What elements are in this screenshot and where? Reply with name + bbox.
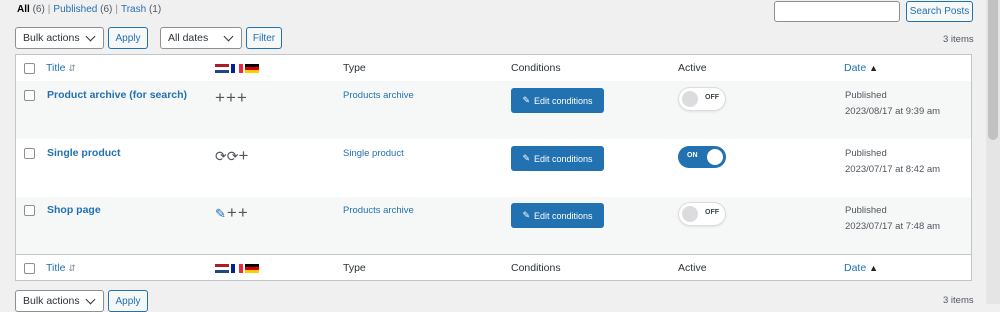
filter-trash[interactable]: Trash (1) [121, 4, 161, 15]
active-toggle[interactable]: OFF [679, 203, 725, 225]
plus-icon[interactable]: + [227, 203, 238, 222]
translation-icons: ⟳⟳+ [215, 146, 248, 166]
plus-icon[interactable]: + [226, 88, 237, 107]
items-count-bottom: 3 items [943, 295, 974, 306]
row-date: Published 2023/07/17 at 7:48 am [845, 205, 941, 232]
flag-de-icon [245, 63, 259, 73]
select-all-checkbox[interactable] [24, 63, 35, 74]
items-count: 3 items [943, 34, 974, 45]
row-type-link[interactable]: Single product [343, 148, 404, 159]
type-column-footer: Type [343, 262, 366, 274]
flag-fr-icon [231, 263, 243, 273]
plus-icon[interactable]: + [238, 203, 249, 222]
apply-button[interactable]: Apply [108, 27, 148, 49]
filter-all[interactable]: All (6) [17, 4, 45, 15]
bulk-actions-select[interactable]: Bulk actions [15, 27, 104, 49]
sync-icon[interactable]: ⟳ [215, 148, 227, 164]
date-column-sort-footer[interactable]: Date ▲︎ [844, 262, 878, 274]
chevron-down-icon [223, 31, 234, 41]
bulk-actions-select-bottom[interactable]: Bulk actions [15, 290, 104, 312]
translation-icons: +++ [215, 88, 248, 108]
status-filters: All (6) | Published (6) | Trash (1) [17, 4, 162, 15]
row-type-link[interactable]: Products archive [343, 90, 414, 101]
pencil-icon: ✎ [522, 210, 530, 220]
row-checkbox[interactable] [24, 148, 35, 159]
active-toggle[interactable]: OFF [679, 88, 725, 110]
table-row [16, 197, 971, 255]
plus-icon[interactable]: + [238, 146, 248, 165]
row-title-link[interactable]: Single product [47, 147, 121, 159]
title-column-sort-footer[interactable]: Title ⇵ [46, 262, 76, 274]
edit-conditions-button[interactable]: ✎ Edit conditions [511, 146, 604, 171]
conditions-column-footer: Conditions [511, 262, 561, 274]
pencil-icon: ✎ [522, 153, 530, 163]
edit-conditions-button[interactable]: ✎ Edit conditions [511, 203, 604, 228]
filter-published[interactable]: Published (6) [53, 4, 112, 15]
title-column-sort[interactable]: Title ⇵ [46, 62, 76, 74]
language-flags-footer [215, 262, 261, 274]
select-all-checkbox-footer[interactable] [24, 263, 35, 274]
row-date: Published 2023/08/17 at 9:39 am [845, 90, 941, 117]
active-column-footer: Active [678, 262, 707, 274]
chevron-down-icon [85, 31, 96, 41]
sync-icon[interactable]: ⟳ [227, 148, 239, 164]
search-posts-button[interactable]: Search Posts [906, 1, 973, 22]
row-checkbox[interactable] [24, 205, 35, 216]
page-scrollbar[interactable] [986, 0, 1000, 304]
flag-nl-icon [215, 63, 229, 73]
dates-select[interactable]: All dates [160, 27, 242, 49]
row-title-link[interactable]: Product archive (for search) [47, 89, 187, 101]
row-checkbox[interactable] [24, 90, 35, 101]
plus-icon[interactable]: + [237, 88, 248, 107]
row-title-link[interactable]: Shop page [47, 204, 101, 216]
chevron-down-icon [85, 294, 96, 304]
edit-conditions-button[interactable]: ✎ Edit conditions [511, 88, 604, 113]
date-column-sort[interactable]: Date ▲︎ [844, 62, 878, 74]
scrollbar-thumb[interactable] [988, 0, 998, 140]
conditions-column-header: Conditions [511, 62, 561, 74]
active-column-header: Active [678, 62, 707, 74]
pencil-icon: ✎ [522, 95, 530, 105]
translation-icons: ✎++ [215, 203, 249, 223]
flag-fr-icon [231, 63, 243, 73]
plus-icon[interactable]: + [215, 88, 226, 107]
type-column-header: Type [343, 62, 366, 74]
language-flags [215, 62, 261, 74]
flag-de-icon [245, 263, 259, 273]
flag-nl-icon [215, 263, 229, 273]
pencil-icon[interactable]: ✎ [215, 206, 227, 221]
apply-button-bottom[interactable]: Apply [108, 290, 148, 312]
filter-button[interactable]: Filter [246, 27, 282, 49]
row-type-link[interactable]: Products archive [343, 205, 414, 216]
row-date: Published 2023/07/17 at 8:42 am [845, 148, 941, 175]
active-toggle[interactable]: ON [678, 146, 726, 168]
search-input[interactable] [774, 1, 900, 22]
